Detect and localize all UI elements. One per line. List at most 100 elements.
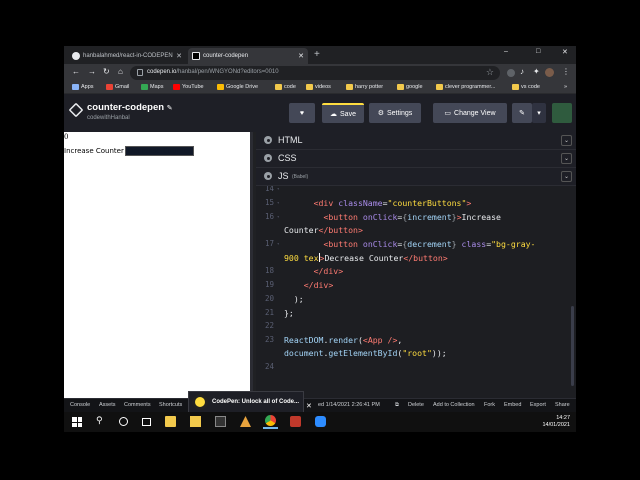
minimize-button[interactable]: – — [504, 48, 508, 55]
maximize-button[interactable]: □ — [536, 48, 540, 55]
app-icon[interactable] — [290, 416, 301, 427]
browser-tab-codepen[interactable]: counter-codepen ✕ — [188, 48, 308, 64]
console-button[interactable]: Console — [70, 402, 90, 408]
extension-icon[interactable] — [507, 69, 515, 77]
bookmark-star-icon[interactable]: ☆ — [486, 67, 494, 78]
line-number: 24 — [264, 362, 274, 371]
bookmark-item[interactable]: code — [275, 84, 296, 90]
embed-button[interactable]: Embed — [504, 402, 521, 408]
fold-icon[interactable]: ▾ — [277, 241, 279, 246]
bookmark-item[interactable]: harry potter — [346, 84, 383, 90]
panel-name: JS — [278, 171, 289, 181]
promo-toast[interactable]: CodePen: Unlock all of Code... — [188, 391, 304, 413]
bookmark-item[interactable]: clever programmer... — [436, 84, 495, 90]
menu-icon[interactable]: ⋮ — [562, 67, 570, 76]
js-panel-header[interactable]: JS (Babel) ⌄ — [256, 168, 576, 186]
code-line: <div className="counterButtons"> — [313, 198, 472, 208]
gear-icon[interactable] — [264, 136, 272, 144]
close-tab-icon[interactable]: ✕ — [295, 52, 304, 60]
bookmark-item[interactable]: Apps — [72, 84, 94, 90]
chevron-down-icon[interactable]: ⌄ — [561, 171, 572, 182]
zoom-icon[interactable] — [315, 416, 326, 427]
tab-title: counter-codepen — [203, 53, 249, 59]
gear-icon[interactable] — [264, 172, 272, 180]
close-icon[interactable]: ✕ — [306, 402, 312, 410]
fold-icon[interactable]: ▾ — [277, 200, 279, 205]
html-panel-header[interactable]: HTML ⌄ — [256, 132, 576, 150]
chrome-icon — [265, 415, 276, 426]
task-view-icon[interactable] — [142, 418, 151, 426]
editor-scrollbar[interactable] — [571, 306, 574, 386]
chevron-down-icon[interactable]: ⌄ — [561, 135, 572, 146]
decrease-counter-button[interactable]: Decrease Counter — [124, 146, 194, 156]
panel-name: HTML — [278, 135, 303, 145]
close-window-button[interactable]: ✕ — [562, 48, 568, 56]
share-button[interactable]: Share — [555, 402, 570, 408]
bookmark-item[interactable]: google — [397, 84, 423, 90]
codepen-header: counter-codepen ✎ codewithHanbal ♥ ☁ Save… — [64, 94, 576, 132]
browser-tab-github[interactable]: hanbalahmed/react-in-CODEPEN ✕ — [68, 48, 186, 64]
edit-title-icon[interactable]: ✎ — [167, 105, 173, 112]
preview-pane: 0 Increase Counter Decrease Counter — [64, 132, 253, 398]
codepen-logo-icon[interactable] — [68, 102, 84, 118]
back-icon[interactable]: ← — [72, 67, 80, 76]
home-icon[interactable]: ⌂ — [118, 67, 123, 76]
change-view-button[interactable]: ▭ Change View — [433, 103, 507, 123]
tab-title: hanbalahmed/react-in-CODEPEN — [83, 53, 173, 59]
css-panel-header[interactable]: CSS ⌄ — [256, 150, 576, 168]
terminal-icon[interactable] — [215, 416, 226, 427]
puzzle-icon[interactable]: ✦ — [533, 67, 540, 76]
settings-button[interactable]: ⚙ Settings — [369, 103, 421, 123]
bookmark-item[interactable]: Gmail — [106, 84, 129, 90]
fork-button[interactable]: Fork — [484, 402, 495, 408]
gear-icon[interactable] — [264, 154, 272, 162]
search-icon[interactable]: ⚲ — [96, 415, 107, 426]
browser-toolbar: ← → ↻ ⌂ codepen.io/hanbal/pen/WNGYONd?ed… — [64, 64, 576, 82]
add-to-collection-button[interactable]: Add to Collection — [433, 402, 475, 408]
pin-button[interactable]: ✎ — [512, 103, 532, 123]
folder-icon — [512, 84, 519, 90]
heart-button[interactable]: ♥ — [289, 103, 315, 123]
shortcuts-button[interactable]: Shortcuts — [159, 402, 182, 408]
forward-icon[interactable]: → — [88, 67, 96, 76]
address-bar[interactable]: codepen.io/hanbal/pen/WNGYONd?editors=00… — [130, 66, 500, 80]
more-button[interactable]: ▾ — [532, 103, 546, 123]
avatar[interactable] — [552, 103, 572, 123]
screen: hanbalahmed/react-in-CODEPEN ✕ counter-c… — [64, 46, 576, 432]
bookmark-item[interactable]: videos — [306, 84, 331, 90]
line-number: 17 — [264, 239, 274, 248]
increase-counter-button[interactable]: Increase Counter — [64, 147, 124, 155]
close-tab-icon[interactable]: ✕ — [173, 52, 182, 60]
store-icon[interactable] — [165, 416, 176, 427]
extension-icon[interactable]: ♪ — [520, 67, 524, 76]
bookmark-item[interactable]: Maps — [141, 84, 163, 90]
bookmark-item[interactable]: Google Drive — [217, 84, 258, 90]
bookmark-item[interactable]: YouTube — [173, 84, 204, 90]
fold-icon[interactable]: ▾ — [277, 186, 279, 191]
profile-avatar[interactable] — [545, 68, 554, 77]
chevron-down-icon[interactable]: ⌄ — [561, 153, 572, 164]
fold-icon[interactable]: ▾ — [277, 214, 279, 219]
comments-button[interactable]: Comments — [124, 402, 151, 408]
system-clock[interactable]: 14:27 14/01/2021 — [542, 415, 570, 429]
assets-button[interactable]: Assets — [99, 402, 116, 408]
reload-icon[interactable]: ↻ — [103, 67, 110, 76]
delete-button[interactable]: Delete — [408, 402, 424, 408]
file-explorer-icon[interactable] — [190, 416, 201, 427]
code-line: Counter</button> — [284, 225, 363, 235]
pen-author[interactable]: codewithHanbal — [87, 115, 130, 121]
windows-start-icon[interactable] — [72, 417, 82, 427]
chrome-taskbar-icon[interactable] — [263, 414, 278, 429]
line-number: 23 — [264, 335, 274, 344]
pen-title[interactable]: counter-codepen ✎ — [87, 102, 173, 113]
codepen-icon — [192, 52, 200, 60]
vlc-icon[interactable] — [240, 416, 251, 427]
new-tab-button[interactable]: + — [314, 49, 320, 60]
save-button[interactable]: ☁ Save — [322, 103, 364, 123]
js-code-editor[interactable]: 14 15 16 17 18 19 20 21 22 23 24 ▾ ▾ ▾ ▾… — [256, 186, 576, 398]
export-button[interactable]: Export — [530, 402, 546, 408]
bookmark-item[interactable]: vs code — [512, 84, 540, 90]
open-external-icon[interactable]: ⧉ — [395, 402, 399, 409]
cortana-icon[interactable] — [119, 417, 128, 426]
bookmarks-more-icon[interactable]: » — [564, 84, 567, 90]
